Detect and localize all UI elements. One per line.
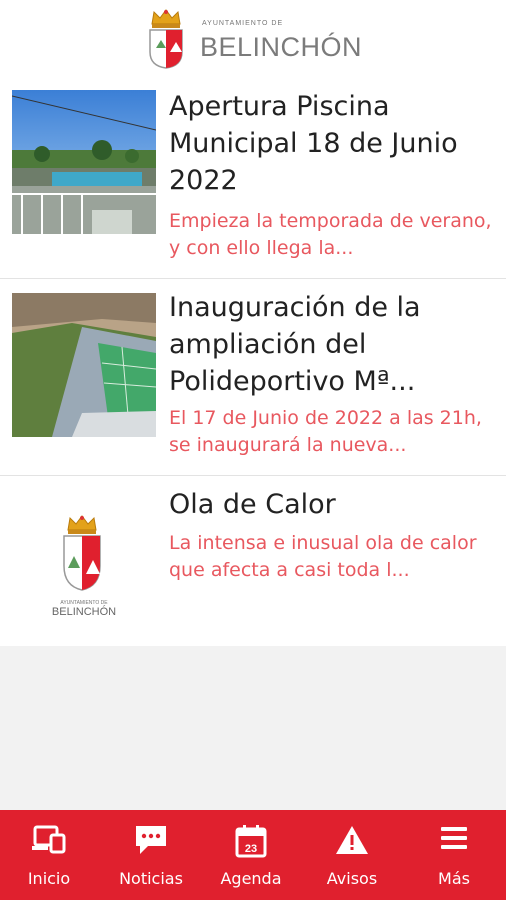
menu-icon	[441, 827, 467, 849]
brand-name: BELINCHÓN	[200, 32, 363, 62]
news-title: Ola de Calor	[169, 489, 336, 520]
coat-of-arms-icon	[149, 9, 183, 69]
calendar-icon: 23	[235, 825, 267, 858]
tab-agenda[interactable]: 23 Agenda	[202, 810, 300, 900]
devices-icon	[32, 825, 66, 854]
news-thumbnail-pool	[12, 90, 156, 234]
news-snippet: El 17 de Junio de 2022 a las 21h, se ina…	[169, 407, 482, 456]
tab-label: Agenda	[220, 869, 282, 888]
news-item[interactable]: Inauguración de la ampliación del Polide…	[0, 279, 506, 476]
news-item[interactable]: AYUNTAMIENTO DE BELINCHÓN Ola de Calor L…	[0, 476, 506, 646]
warning-icon	[336, 826, 368, 854]
app-header: AYUNTAMIENTO DE BELINCHÓN	[0, 0, 506, 82]
news-item[interactable]: Apertura Piscina Municipal 18 de Junio 2…	[0, 82, 506, 279]
tab-label: Más	[438, 869, 470, 888]
logo-caption: BELINCHÓN	[51, 606, 117, 618]
tab-avisos[interactable]: Avisos	[302, 810, 402, 900]
tab-label: Avisos	[326, 869, 378, 888]
bottom-tab-bar: Inicio Noticias 23 Agenda Avisos Más	[0, 810, 506, 900]
news-title: Apertura Piscina Municipal 18 de Junio 2…	[169, 91, 458, 196]
news-snippet: La intensa e inusual ola de calor que af…	[169, 532, 477, 581]
tab-noticias[interactable]: Noticias	[102, 810, 200, 900]
news-list: Apertura Piscina Municipal 18 de Junio 2…	[0, 82, 506, 646]
town-logo: AYUNTAMIENTO DE BELINCHÓN	[146, 8, 366, 70]
calendar-day: 23	[245, 843, 257, 855]
brand-subtitle: AYUNTAMIENTO DE	[202, 20, 284, 27]
news-thumbnail-logo: AYUNTAMIENTO DE BELINCHÓN	[12, 496, 156, 640]
news-snippet: Empieza la temporada de verano, y con el…	[169, 210, 492, 259]
news-thumbnail-court	[12, 293, 156, 437]
tab-label: Inicio	[27, 869, 71, 888]
news-title: Inauguración de la ampliación del Polide…	[169, 292, 421, 397]
chat-bubble-icon	[136, 826, 166, 854]
tab-inicio[interactable]: Inicio	[0, 810, 98, 900]
tab-mas[interactable]: Más	[404, 810, 504, 900]
tab-label: Noticias	[119, 869, 183, 888]
